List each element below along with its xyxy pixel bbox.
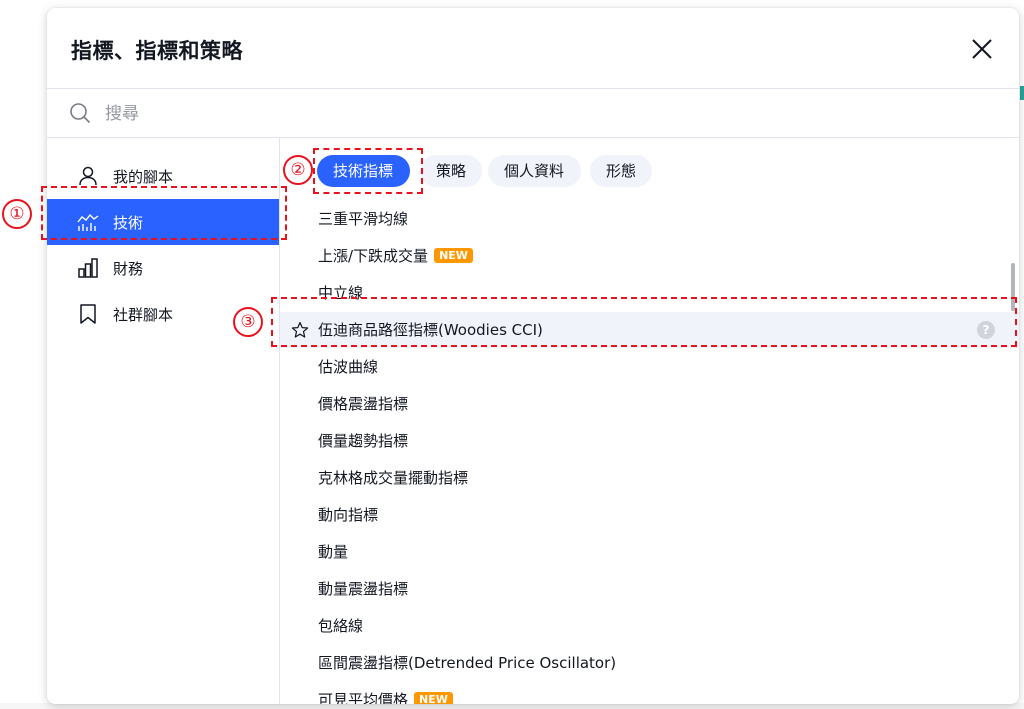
tab-technical-indicators[interactable]: 技術指標 xyxy=(317,155,410,187)
tab-patterns[interactable]: 形態 xyxy=(590,155,652,187)
tab-profiles[interactable]: 個人資料 xyxy=(488,155,581,187)
indicator-name: 克林格成交量擺動指標 xyxy=(318,469,469,487)
indicator-name: 上漲/下跌成交量 NEW xyxy=(318,245,473,266)
help-icon[interactable]: ? xyxy=(977,321,995,339)
category-sidebar: 我的腳本 技術 財務 社群腳本 xyxy=(47,137,280,704)
annotation-number-1: ① xyxy=(2,199,32,229)
dialog-title: 指標、指標和策略 xyxy=(71,39,243,63)
annotation-number-2: ② xyxy=(283,155,313,185)
sidebar-technicals[interactable]: 技術 xyxy=(47,199,279,245)
sidebar-my-scripts[interactable]: 我的腳本 xyxy=(47,153,279,199)
bar-chart-icon xyxy=(78,258,98,278)
user-icon xyxy=(79,166,97,186)
page: 指標、指標和策略 我的腳本 xyxy=(0,0,1024,709)
woodies-cci-row[interactable]: 伍迪商品路徑指標(Woodies CCI) ? xyxy=(280,312,1019,348)
tab-strategies[interactable]: 策略 xyxy=(420,155,482,187)
indicator-row[interactable]: 估波曲線 xyxy=(280,349,1019,385)
sidebar-financials[interactable]: 財務 xyxy=(47,245,279,291)
indicator-row[interactable]: 動向指標 xyxy=(280,497,1019,533)
indicator-name: 伍迪商品路徑指標(Woodies CCI) xyxy=(318,321,543,339)
search-bar xyxy=(47,88,1019,138)
annotation-number-3: ③ xyxy=(233,307,263,337)
new-badge: NEW xyxy=(434,248,473,263)
indicator-name: 價量趨勢指標 xyxy=(318,432,409,450)
indicators-dialog: 指標、指標和策略 我的腳本 xyxy=(47,8,1019,704)
indicator-name: 動量震盪指標 xyxy=(318,580,409,598)
indicator-row[interactable]: 克林格成交量擺動指標 xyxy=(280,460,1019,496)
indicator-name: 動量 xyxy=(318,543,349,561)
search-input[interactable] xyxy=(103,98,707,130)
dialog-header: 指標、指標和策略 xyxy=(47,8,1019,88)
indicator-name: 包絡線 xyxy=(318,617,364,635)
indicator-name: 區間震盪指標(Detrended Price Oscillator) xyxy=(318,654,617,672)
background-chart-edge xyxy=(1020,86,1024,100)
star-icon[interactable] xyxy=(291,321,309,339)
sidebar-item-label: 財務 xyxy=(113,260,144,278)
sidebar-item-label: 技術 xyxy=(113,214,144,232)
indicator-row[interactable]: 動量 xyxy=(280,534,1019,570)
close-icon xyxy=(972,39,992,59)
indicator-row[interactable]: 價格震盪指標 xyxy=(280,386,1019,422)
sidebar-item-label: 社群腳本 xyxy=(113,306,174,324)
bookmark-icon xyxy=(80,304,96,324)
indicator-name: 可見平均價格 NEW xyxy=(318,689,453,704)
indicator-name: 動向指標 xyxy=(318,506,379,524)
indicator-name: 估波曲線 xyxy=(318,358,379,376)
search-icon xyxy=(70,103,91,124)
sidebar-item-label: 我的腳本 xyxy=(113,168,174,186)
indicator-name-text: 上漲/下跌成交量 xyxy=(318,247,429,265)
indicator-row[interactable]: 三重平滑均線 xyxy=(280,201,1019,237)
indicator-row[interactable]: 動量震盪指標 xyxy=(280,571,1019,607)
indicator-name: 三重平滑均線 xyxy=(318,210,409,228)
indicator-content: 技術指標 策略 個人資料 形態 三重平滑均線 上漲/下跌成交量 NEW 中立線 xyxy=(280,137,1019,704)
indicator-row[interactable]: 上漲/下跌成交量 NEW xyxy=(280,238,1019,274)
indicator-row[interactable]: 包絡線 xyxy=(280,608,1019,644)
indicator-row[interactable]: 價量趨勢指標 xyxy=(280,423,1019,459)
indicator-row[interactable]: 中立線 xyxy=(280,275,1019,311)
indicator-name-text: 可見平均價格 xyxy=(318,691,409,704)
indicator-name: 價格震盪指標 xyxy=(318,395,409,413)
indicator-name: 中立線 xyxy=(318,284,364,302)
indicator-row[interactable]: 區間震盪指標(Detrended Price Oscillator) xyxy=(280,645,1019,681)
new-badge: NEW xyxy=(414,692,453,704)
close-button[interactable] xyxy=(969,36,995,62)
technicals-chart-icon xyxy=(77,213,99,231)
indicator-row[interactable]: 可見平均價格 NEW xyxy=(280,682,1019,704)
list-scrollbar[interactable] xyxy=(1011,263,1015,311)
